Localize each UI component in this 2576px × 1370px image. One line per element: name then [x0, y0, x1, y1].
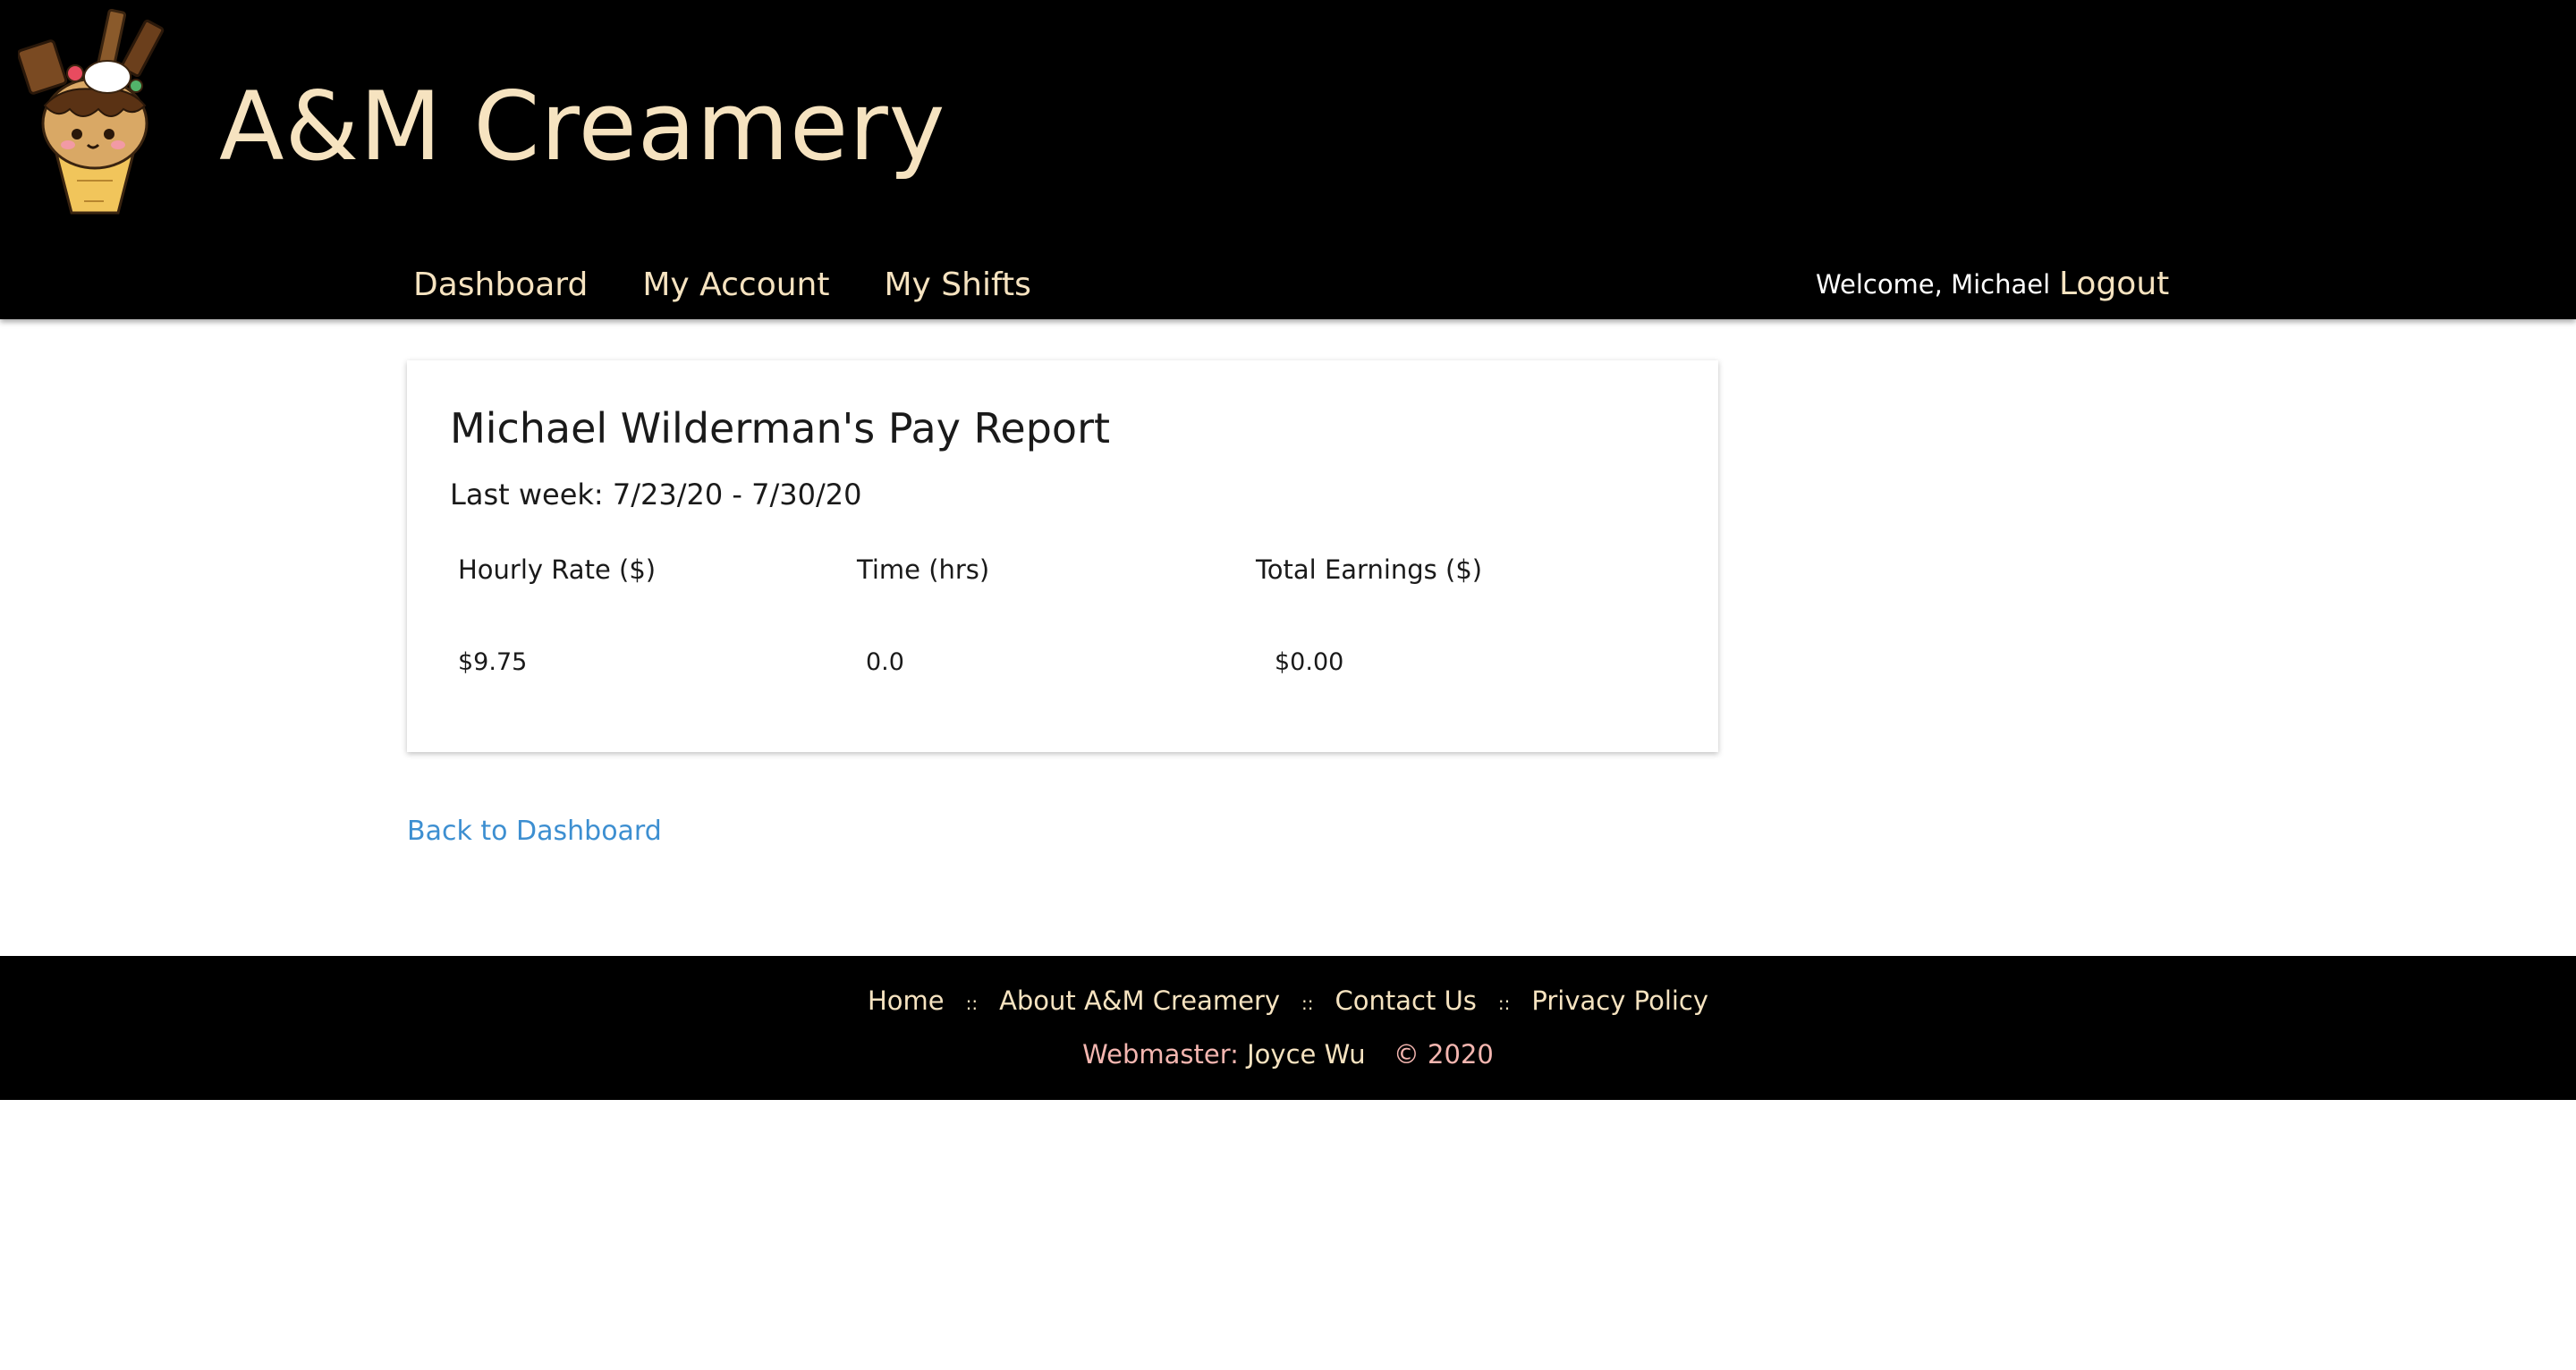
report-title: Michael Wilderman's Pay Report: [450, 404, 1111, 452]
footer-link-home[interactable]: Home: [868, 985, 945, 1016]
welcome-message: Welcome, Michael: [1816, 269, 2051, 300]
pay-report-card: Michael Wilderman's Pay Report Last week…: [407, 360, 1718, 752]
column-header-hourly-rate: Hourly Rate ($): [458, 554, 657, 585]
time-value: 0.0: [866, 648, 904, 676]
webmaster-label: Webmaster:: [1082, 1039, 1239, 1070]
footer-links: Home:: About A&M Creamery:: Contact Us:: Pr…: [0, 981, 2576, 1023]
copyright-text: © 2020: [1393, 1039, 1494, 1070]
footer-link-about[interactable]: About A&M Creamery: [999, 985, 1280, 1016]
site-footer: Home:: About A&M Creamery:: Contact Us:: Pr…: [0, 956, 2576, 1100]
column-header-time: Time (hrs): [857, 554, 990, 585]
report-period: Last week: 7/23/20 - 7/30/20: [450, 478, 862, 512]
footer-link-privacy-policy[interactable]: Privacy Policy: [1531, 985, 1708, 1016]
nav-item-my-account[interactable]: My Account: [642, 266, 829, 303]
footer-separator: ::: [965, 993, 979, 1014]
nav-item-dashboard[interactable]: Dashboard: [413, 266, 588, 303]
nav-item-my-shifts[interactable]: My Shifts: [884, 266, 1030, 303]
site-header: A&M Creamery Dashboard My Account My Shi…: [0, 0, 2576, 319]
webmaster-name: Joyce Wu: [1247, 1039, 1366, 1070]
site-title: A&M Creamery: [219, 72, 946, 182]
logout-link[interactable]: Logout: [2059, 259, 2169, 309]
total-earnings-value: $0.00: [1275, 648, 1344, 676]
footer-link-contact[interactable]: Contact Us: [1335, 985, 1477, 1016]
footer-credit: Webmaster: Joyce Wu © 2020: [0, 1035, 2576, 1074]
main-nav: Dashboard My Account My Shifts: [413, 259, 1086, 309]
footer-separator: ::: [1497, 993, 1511, 1014]
ice-cream-cone-icon[interactable]: [18, 9, 165, 216]
back-to-dashboard-link[interactable]: Back to Dashboard: [407, 812, 662, 851]
hourly-rate-value: $9.75: [458, 648, 528, 676]
column-header-total-earnings: Total Earnings ($): [1256, 554, 1483, 585]
footer-separator: ::: [1301, 993, 1314, 1014]
